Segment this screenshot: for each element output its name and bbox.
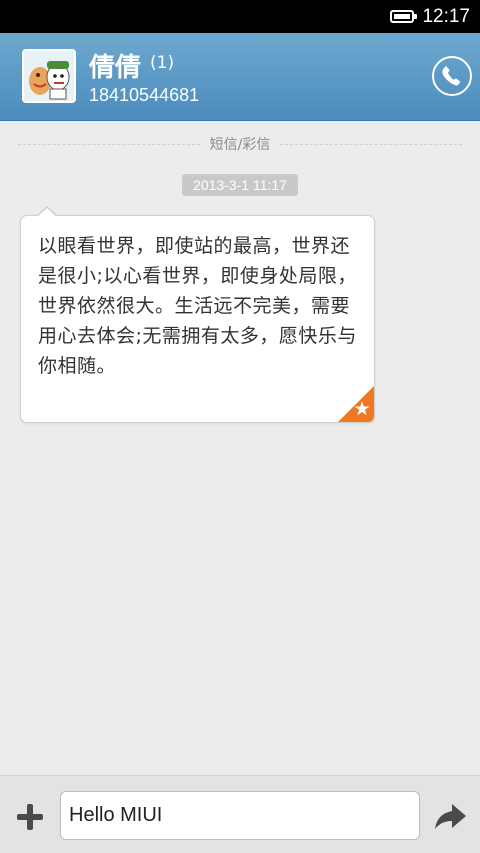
avatar-image [24,51,74,101]
bubble-tail-inner [37,208,57,217]
message-input[interactable] [60,791,420,840]
status-bar: 12:17 [0,0,480,33]
divider-line [18,143,200,145]
call-button[interactable] [432,56,472,96]
incoming-message-bubble[interactable]: 以眼看世界，即使站的最高，世界还是很小;以心看世界，即使身处局限，世界依然很大。… [20,215,375,423]
phone-icon [442,66,461,86]
timestamp-badge: 2013-3-1 11:17 [182,174,298,196]
star-icon[interactable] [338,386,374,422]
message-text: 以眼看世界，即使站的最高，世界还是很小;以心看世界，即使身处局限，世界依然很大。… [38,235,357,377]
send-arrow-icon[interactable] [432,801,468,833]
contact-name: 倩倩 [89,53,142,83]
compose-bar [0,775,480,853]
divider-line [280,143,462,145]
conversation-header: 倩倩 (1) 18410544681 [0,33,480,121]
message-type-divider: 短信/彩信 [18,134,462,154]
battery-icon [390,10,418,23]
contact-avatar[interactable] [22,49,76,103]
plus-icon[interactable] [14,801,46,833]
unread-count: (1) [150,53,175,73]
contact-number: 18410544681 [89,85,200,105]
divider-label: 短信/彩信 [209,137,271,153]
status-time: 12:17 [422,5,470,27]
